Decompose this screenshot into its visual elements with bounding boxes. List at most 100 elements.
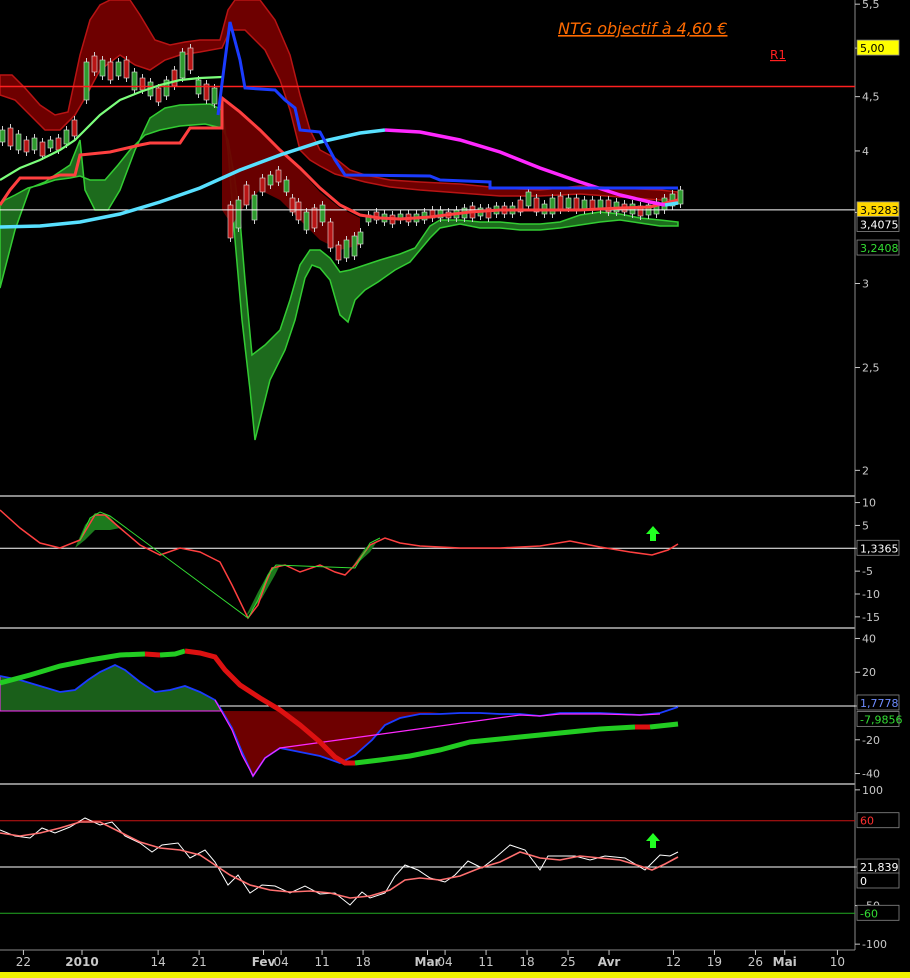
candle-body — [39, 141, 46, 157]
y-tick-label: 4 — [862, 145, 869, 158]
candle-body — [155, 87, 162, 103]
x-tick-label: 19 — [707, 955, 722, 969]
candle-body — [335, 244, 342, 261]
y-tick-label: 2,5 — [862, 362, 880, 375]
trend-panel: 40200-20-40 1,7778-7,9856 — [0, 632, 902, 781]
y-tick-label: 40 — [862, 632, 876, 645]
x-tick-label: 21 — [191, 955, 206, 969]
candle-body — [187, 47, 194, 71]
candle-body — [343, 239, 350, 259]
y-tick-label: 2 — [862, 464, 869, 477]
target-label-r1: R1 — [770, 48, 786, 62]
y-tick-label: -5 — [862, 565, 873, 578]
x-axis: 22 2010 14 21 Fev04 11 18 Mar04 11 18 25 Avr 12 19 26 M… — [16, 950, 845, 969]
y-tick-label: -100 — [862, 938, 887, 951]
candle-body — [0, 129, 6, 143]
x-tick-label: 11 — [478, 955, 493, 969]
candle-body — [351, 235, 358, 257]
candle-body — [107, 61, 114, 81]
candle-body — [131, 71, 138, 91]
value-badge-label: 5,00 — [860, 42, 885, 55]
y-tick-label: 3 — [862, 278, 869, 291]
candle-body — [139, 77, 146, 91]
candle-body — [549, 197, 556, 215]
value-badge-label: 21,839 — [860, 861, 899, 874]
x-tick-label: Mai — [773, 955, 797, 969]
oscillator-y-axis: 1050-5-10-15 — [855, 497, 880, 624]
y-tick-label: 100 — [862, 784, 883, 797]
candle-body — [63, 129, 70, 145]
candle-body — [357, 231, 364, 245]
candle-body — [123, 59, 130, 79]
oscillator-up-arrow — [646, 526, 660, 541]
value-badge-label: 3,4075 — [860, 218, 899, 231]
candle-body — [259, 177, 266, 193]
candle-body — [573, 197, 580, 211]
trend-signal-green-2 — [159, 648, 186, 658]
candle-body — [275, 169, 282, 183]
x-tick-label: 22 — [16, 955, 31, 969]
y-tick-label: -20 — [862, 734, 880, 747]
candle-body — [525, 191, 532, 207]
y-tick-label: 5 — [862, 519, 869, 532]
candle-body — [295, 201, 302, 221]
candle-body — [7, 127, 14, 147]
candle-body — [71, 119, 78, 137]
candle-body — [327, 221, 334, 249]
rsi-panel: 1000-50-100 6021,8390-60 — [0, 784, 900, 951]
value-badge-label: 3,5283 — [860, 204, 899, 217]
candle-body — [31, 137, 38, 151]
candle-body — [319, 204, 326, 223]
x-tick-label: Fev — [252, 955, 276, 969]
x-tick-label: Avr — [598, 955, 621, 969]
trend-signal-red-1 — [144, 651, 161, 658]
value-badge-label: -7,9856 — [860, 713, 902, 726]
candle-body — [251, 194, 258, 221]
candle-body — [243, 184, 250, 206]
lower-band-fill — [0, 103, 679, 441]
y-tick-label: -10 — [862, 588, 880, 601]
oscillator-badges: 1,3365 — [856, 539, 900, 556]
oscillator-green-line — [79, 511, 381, 619]
candle-body — [211, 87, 218, 105]
y-tick-label: -40 — [862, 768, 880, 781]
candle-body — [235, 199, 242, 229]
rsi-white-line — [0, 817, 679, 906]
rsi-up-arrow — [646, 833, 660, 848]
value-badge-label: -60 — [860, 907, 878, 920]
candle-body — [55, 137, 62, 151]
panel-frames — [0, 0, 856, 951]
oscillator-panel: 1050-5-10-15 1,3365 — [0, 497, 900, 624]
x-tick-label: 25 — [560, 955, 575, 969]
trend-negative-fill — [222, 711, 440, 776]
value-badge-label: 60 — [860, 815, 874, 828]
ma-cyan-tail — [664, 201, 679, 207]
value-badge-label: 0 — [860, 875, 867, 888]
x-tick-label: 18 — [519, 955, 534, 969]
candle-body — [565, 197, 572, 209]
y-tick-label: 10 — [862, 497, 876, 510]
candle-body — [15, 133, 22, 151]
candle-body — [557, 195, 564, 211]
candle-body — [267, 174, 274, 186]
bottom-scroll-strip[interactable] — [0, 972, 910, 978]
candle-body — [179, 51, 186, 79]
x-tick-label: 10 — [830, 955, 845, 969]
y-tick-label: 20 — [862, 666, 876, 679]
x-tick-label: 04 — [437, 955, 452, 969]
candle-body — [303, 211, 310, 231]
candle-body — [91, 55, 98, 73]
candle-body — [283, 179, 290, 193]
y-tick-label: -15 — [862, 611, 880, 624]
target-annotation: NTG objectif à 4,60 € — [558, 19, 727, 38]
candle-body — [99, 59, 106, 77]
chart-canvas: NTG objectif à 4,60 € R1 5,554,543,532,5… — [0, 0, 910, 978]
value-badge-label: 1,7778 — [860, 697, 899, 710]
candle-body — [23, 139, 30, 153]
candle-body — [83, 61, 90, 101]
candle-body — [171, 69, 178, 87]
x-tick-label: 12 — [666, 955, 681, 969]
y-tick-label: 4,5 — [862, 91, 880, 104]
trend-signal-green-4 — [649, 721, 679, 730]
x-tick-label: 04 — [273, 955, 288, 969]
